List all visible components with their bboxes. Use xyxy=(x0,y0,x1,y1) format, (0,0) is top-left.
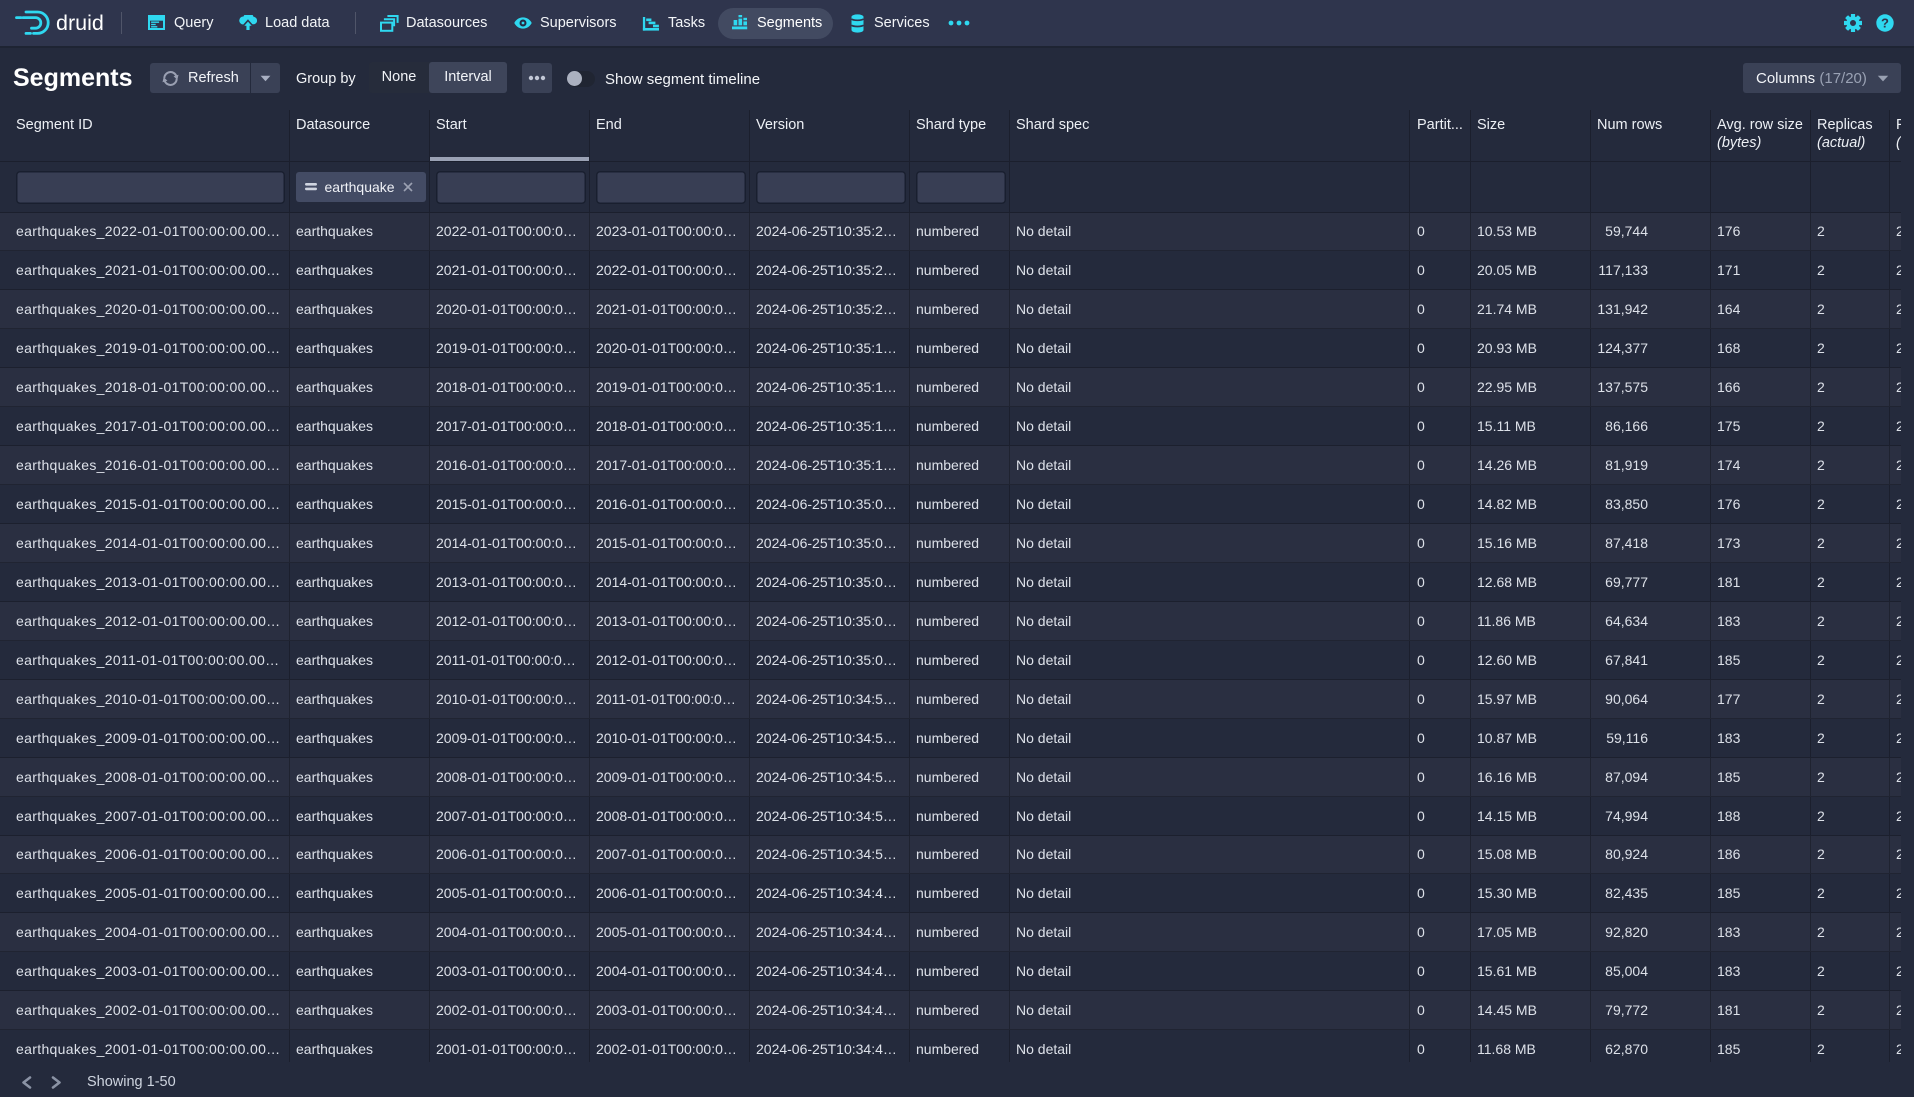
svg-text:?: ? xyxy=(1881,15,1889,30)
